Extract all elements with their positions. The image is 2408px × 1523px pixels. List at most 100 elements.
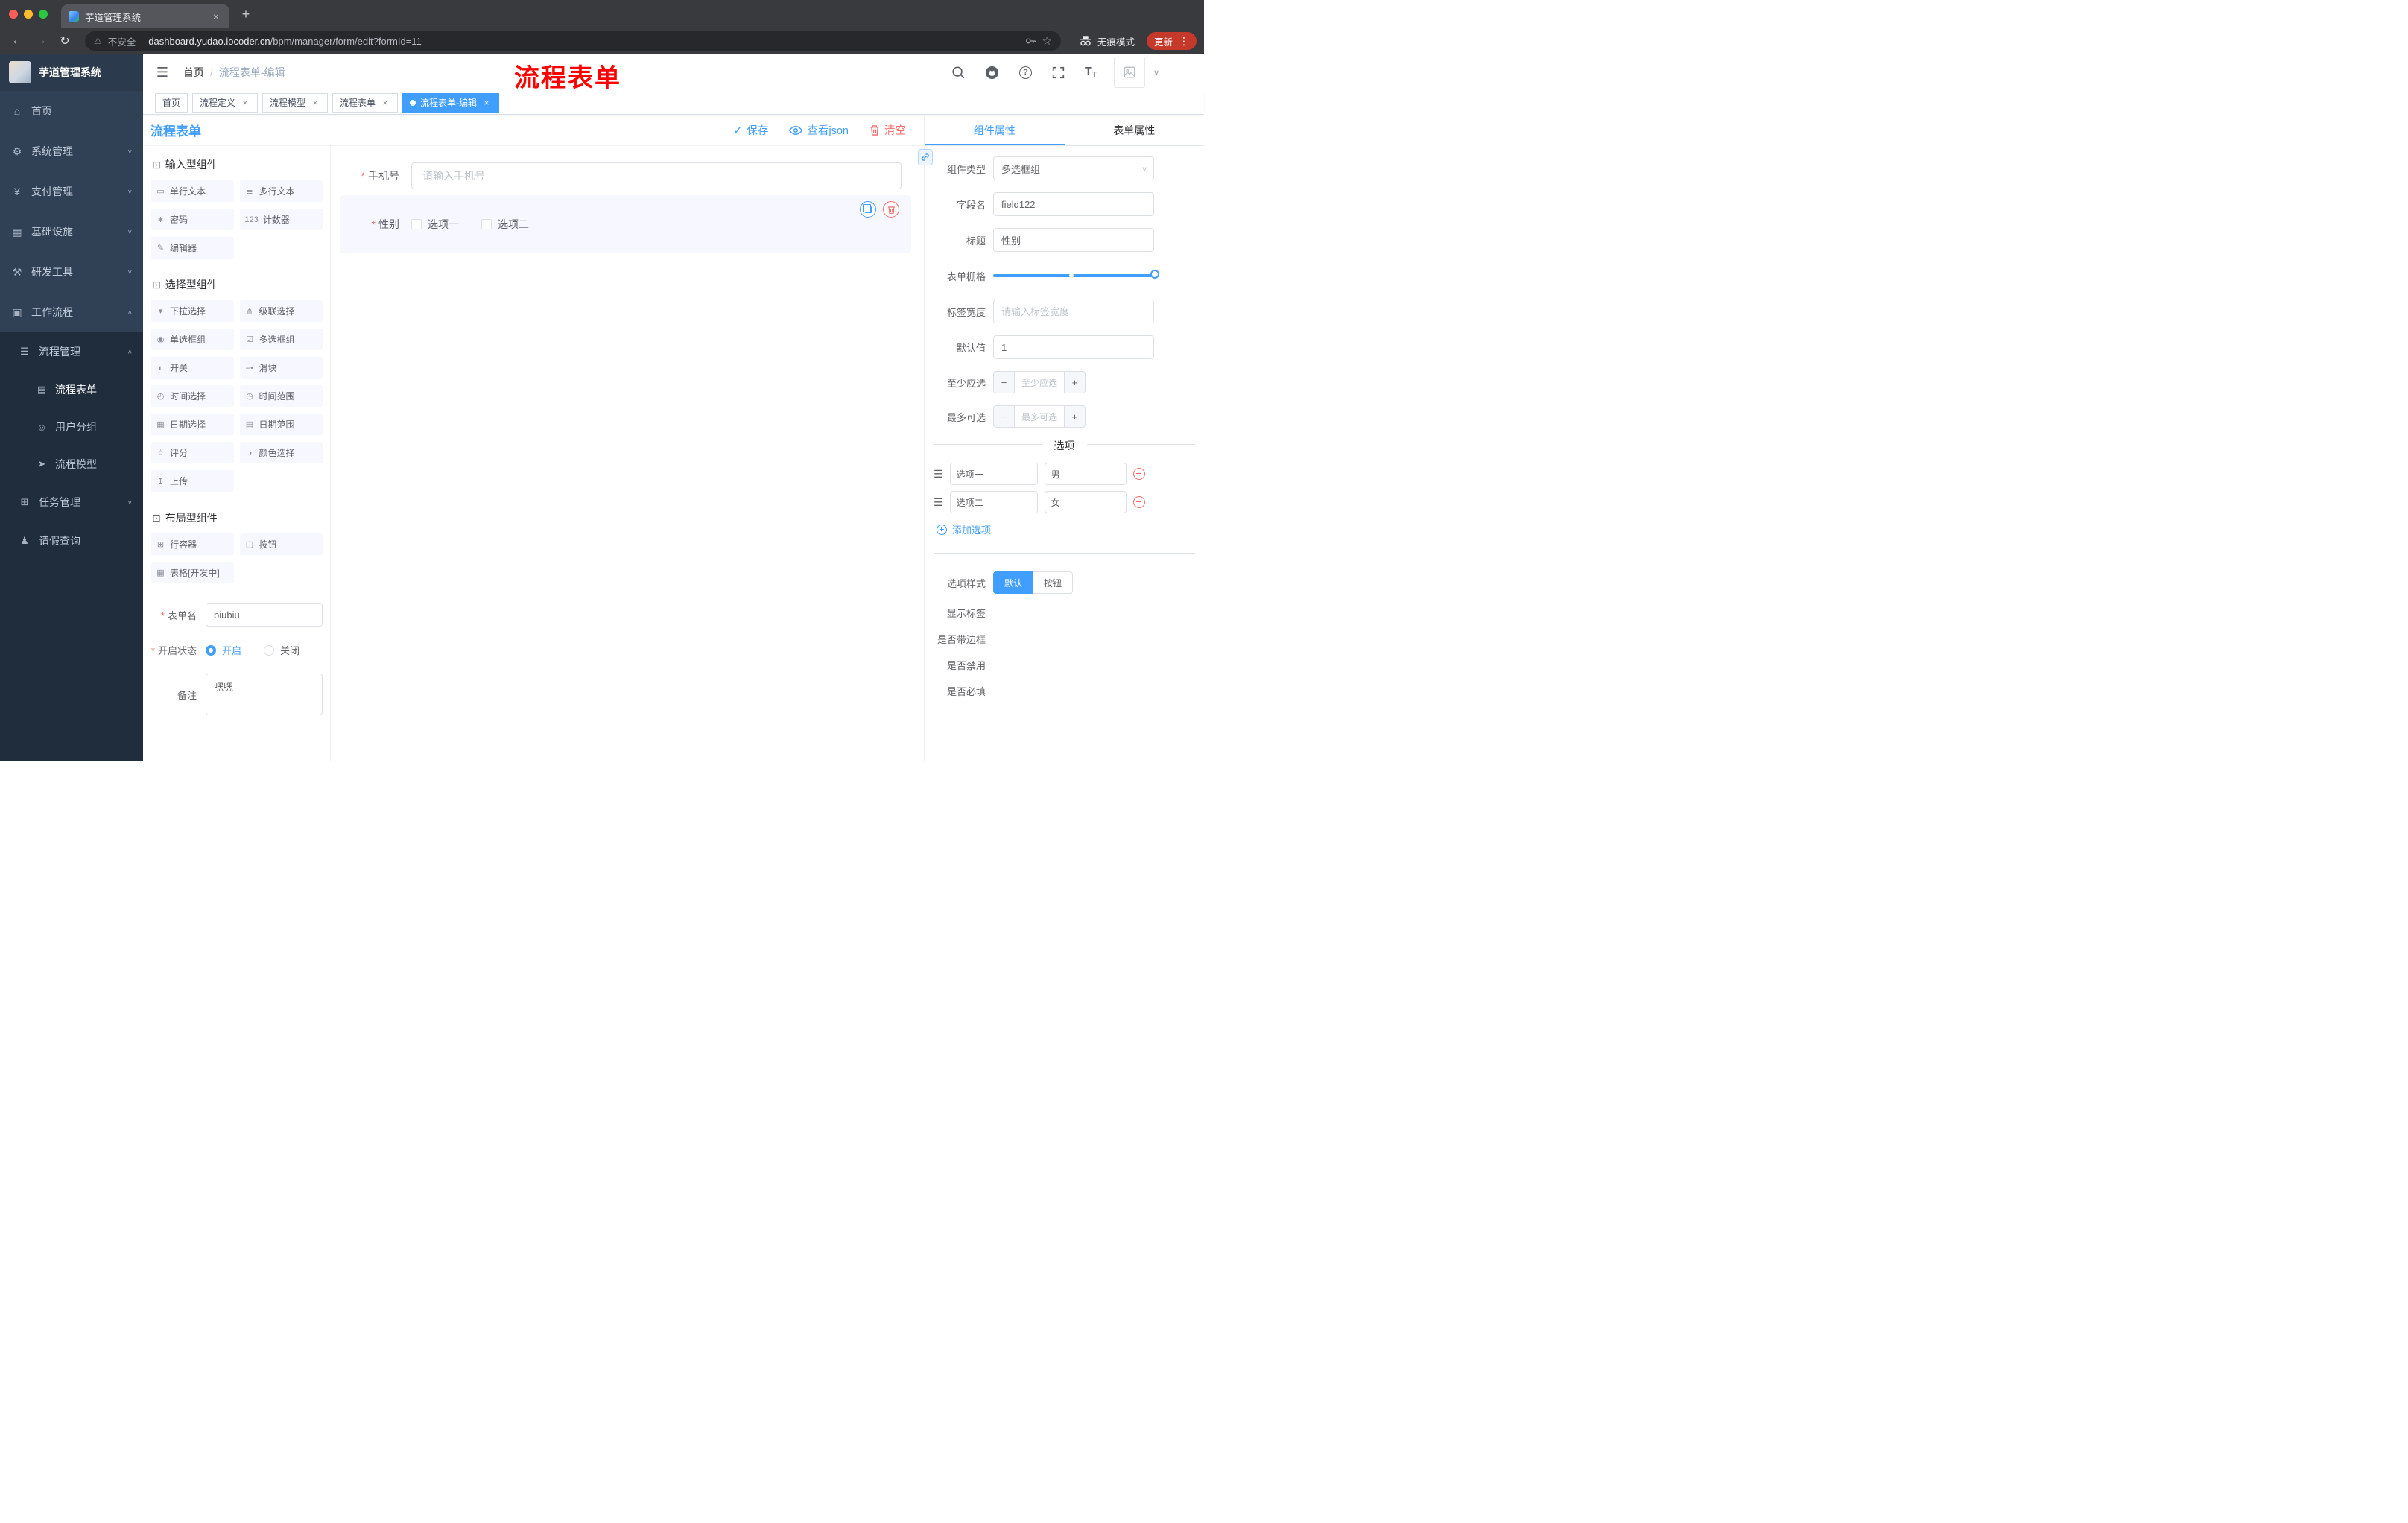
stepper-increase-button[interactable]: + bbox=[1064, 406, 1085, 427]
tab-component-props[interactable]: 组件属性 bbox=[925, 115, 1065, 145]
new-tab-button[interactable]: + bbox=[235, 4, 256, 25]
title-input[interactable] bbox=[993, 228, 1154, 252]
minimize-window-button[interactable] bbox=[24, 10, 33, 19]
link-badge-button[interactable] bbox=[918, 149, 933, 165]
min-select-placeholder[interactable]: 至少应选 bbox=[1015, 372, 1064, 393]
radio-on[interactable]: 开启 bbox=[206, 643, 241, 657]
form-remark-textarea[interactable]: 嘿嘿 bbox=[206, 674, 323, 715]
palette-component[interactable]: ▭ 单行文本 bbox=[150, 180, 234, 202]
palette-component[interactable]: ▾ 下拉选择 bbox=[150, 300, 234, 322]
phone-field-row[interactable]: 手机号 bbox=[340, 162, 911, 189]
add-option-button[interactable]: 添加选项 bbox=[937, 522, 1204, 536]
tag-close-icon[interactable]: × bbox=[310, 98, 320, 108]
palette-component[interactable]: ◐ 开关 bbox=[150, 357, 234, 379]
save-button[interactable]: ✓ 保存 bbox=[733, 122, 769, 138]
sidebar-item-payment[interactable]: ¥ 支付管理 ∨ bbox=[0, 171, 143, 212]
forward-icon[interactable]: → bbox=[31, 31, 51, 51]
palette-component[interactable]: 123 计数器 bbox=[239, 209, 323, 230]
phone-input[interactable] bbox=[411, 162, 902, 189]
sidebar-item-leave-query[interactable]: ♟ 请假查询 bbox=[0, 522, 143, 560]
component-type-select[interactable]: 多选框组 ∨ bbox=[993, 156, 1154, 180]
palette-component[interactable]: ◉ 单选框组 bbox=[150, 329, 234, 350]
palette-component[interactable]: ▦ 日期选择 bbox=[150, 414, 234, 435]
palette-component[interactable]: ▢ 按钮 bbox=[239, 533, 323, 555]
sidebar-item-infra[interactable]: ▦ 基础设施 ∨ bbox=[0, 212, 143, 252]
sidebar-item-home[interactable]: ⌂ 首页 bbox=[0, 91, 143, 131]
drag-handle-icon[interactable]: ☰ bbox=[934, 468, 943, 481]
reload-icon[interactable]: ↻ bbox=[55, 31, 75, 51]
palette-component[interactable]: ✎ 编辑器 bbox=[150, 237, 234, 259]
tag-close-icon[interactable]: × bbox=[240, 98, 250, 108]
sidebar-item-task-mgmt[interactable]: ⊞ 任务管理 ∨ bbox=[0, 483, 143, 522]
sidebar-item-process-mgmt[interactable]: ☰ 流程管理 ∧ bbox=[0, 332, 143, 371]
palette-component[interactable]: ▦ 表格[开发中] bbox=[150, 562, 234, 583]
palette-component[interactable]: ‒• 滑块 bbox=[239, 357, 323, 379]
checkbox-option-1[interactable]: 选项一 bbox=[411, 217, 459, 232]
stepper-decrease-button[interactable]: − bbox=[994, 372, 1015, 393]
palette-component[interactable]: ≣ 多行文本 bbox=[239, 180, 323, 202]
field-name-input[interactable] bbox=[993, 192, 1154, 216]
palette-component[interactable]: ☆ 评分 bbox=[150, 442, 234, 463]
sidebar-item-process-model[interactable]: ➤ 流程模型 bbox=[0, 446, 143, 483]
slider-handle[interactable] bbox=[1150, 270, 1159, 279]
sidebar-item-user-group[interactable]: ☺ 用户分组 bbox=[0, 408, 143, 446]
palette-component[interactable]: ⋔ 级联选择 bbox=[239, 300, 323, 322]
fullscreen-icon[interactable] bbox=[1052, 66, 1065, 79]
tag-process-definition[interactable]: 流程定义 × bbox=[192, 92, 259, 113]
search-icon[interactable] bbox=[951, 66, 965, 79]
palette-component[interactable]: ◷ 时间范围 bbox=[239, 385, 323, 407]
option-label-input[interactable] bbox=[949, 463, 1038, 485]
palette-component[interactable]: ☑ 多选框组 bbox=[239, 329, 323, 350]
option-value-input[interactable] bbox=[1044, 463, 1127, 485]
address-bar[interactable]: ⚠ 不安全 dashboard.yudao.iocoder.cn/bpm/man… bbox=[85, 31, 1061, 51]
view-json-button[interactable]: 查看json bbox=[789, 122, 849, 138]
remove-option-icon[interactable] bbox=[1132, 496, 1145, 508]
back-icon[interactable]: ← bbox=[7, 31, 27, 51]
label-width-input[interactable] bbox=[993, 300, 1154, 323]
tag-process-form[interactable]: 流程表单 × bbox=[332, 92, 399, 113]
github-icon[interactable] bbox=[985, 66, 999, 80]
palette-component[interactable]: ⊞ 行容器 bbox=[150, 533, 234, 555]
breadcrumb-home[interactable]: 首页 bbox=[183, 65, 204, 80]
tag-process-form-edit[interactable]: 流程表单-编辑 × bbox=[402, 92, 500, 113]
palette-component[interactable]: ◑ 颜色选择 bbox=[239, 442, 323, 463]
clear-button[interactable]: 清空 bbox=[869, 122, 906, 138]
default-value-input[interactable] bbox=[993, 335, 1154, 359]
delete-component-button[interactable] bbox=[883, 201, 899, 218]
remove-option-icon[interactable] bbox=[1132, 468, 1145, 480]
browser-tab[interactable]: 芋道管理系统 × bbox=[61, 4, 229, 28]
style-default-button[interactable]: 默认 bbox=[993, 571, 1034, 594]
password-key-icon[interactable] bbox=[1024, 35, 1036, 47]
palette-component[interactable]: ◴ 时间选择 bbox=[150, 385, 234, 407]
tab-close-icon[interactable]: × bbox=[210, 10, 222, 22]
close-window-button[interactable] bbox=[9, 10, 18, 19]
bookmark-star-icon[interactable]: ☆ bbox=[1042, 34, 1052, 48]
help-icon[interactable]: ? bbox=[1019, 66, 1033, 79]
browser-update-button[interactable]: 更新 ⋮ bbox=[1146, 32, 1197, 50]
stepper-increase-button[interactable]: + bbox=[1064, 372, 1085, 393]
max-select-placeholder[interactable]: 最多可选 bbox=[1015, 406, 1064, 427]
palette-component[interactable]: ↥ 上传 bbox=[150, 470, 234, 492]
palette-component[interactable]: ∗ 密码 bbox=[150, 209, 234, 230]
slider-track[interactable] bbox=[993, 274, 1154, 277]
browser-menu-icon[interactable]: ⋮ bbox=[1179, 35, 1189, 48]
sidebar-item-devtools[interactable]: ⚒ 研发工具 ∨ bbox=[0, 252, 143, 292]
maximize-window-button[interactable] bbox=[39, 10, 48, 19]
sidebar-toggle-icon[interactable]: ☰ bbox=[153, 65, 171, 80]
radio-off[interactable]: 关闭 bbox=[264, 643, 300, 657]
stepper-decrease-button[interactable]: − bbox=[994, 406, 1015, 427]
drag-handle-icon[interactable]: ☰ bbox=[934, 496, 943, 509]
tab-form-props[interactable]: 表单属性 bbox=[1065, 115, 1205, 145]
option-label-input[interactable] bbox=[949, 491, 1038, 513]
checkbox-option-2[interactable]: 选项二 bbox=[481, 217, 529, 232]
tag-close-icon[interactable]: × bbox=[380, 98, 390, 108]
font-size-icon[interactable]: TT bbox=[1085, 66, 1097, 79]
grid-slider[interactable] bbox=[993, 264, 1159, 288]
form-name-input[interactable] bbox=[206, 603, 323, 627]
option-value-input[interactable] bbox=[1044, 491, 1127, 513]
style-button-button[interactable]: 按钮 bbox=[1033, 571, 1074, 594]
sidebar-item-process-form[interactable]: ▤ 流程表单 bbox=[0, 371, 143, 408]
drawing-canvas[interactable]: 手机号 性 bbox=[331, 146, 924, 762]
avatar[interactable] bbox=[1113, 57, 1145, 88]
sidebar-item-workflow[interactable]: ▣ 工作流程 ∧ bbox=[0, 292, 143, 332]
